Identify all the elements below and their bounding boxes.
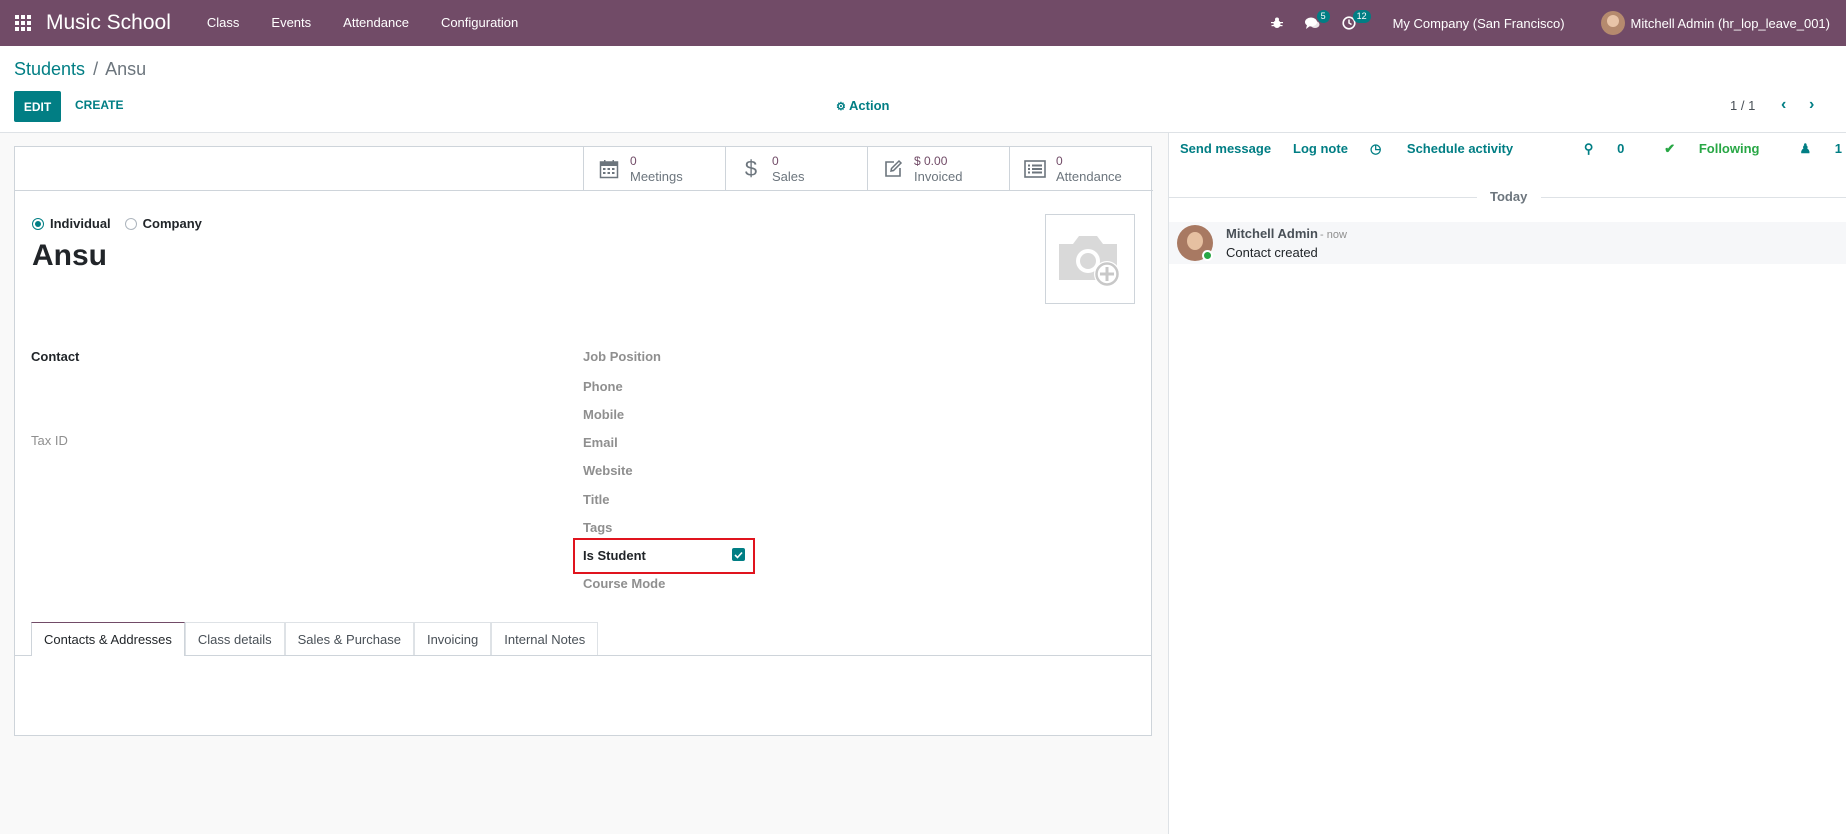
systray: 5 12 My Company (San Francisco) Mitchell…	[1259, 0, 1846, 46]
main-menu: Class Events Attendance Configuration	[191, 0, 534, 46]
message-author[interactable]: Mitchell Admin	[1226, 226, 1318, 241]
user-icon: ♟	[1799, 141, 1812, 156]
separator-line-left	[1169, 197, 1477, 198]
breadcrumb: Students / Ansu	[14, 59, 146, 80]
individual-radio[interactable]	[32, 217, 44, 230]
breadcrumb-separator: /	[93, 59, 99, 79]
menu-configuration[interactable]: Configuration	[425, 0, 534, 46]
message-time: - now	[1320, 229, 1347, 241]
company-label[interactable]: Company	[143, 216, 202, 231]
invoiced-amount: $ 0.00	[914, 153, 948, 168]
camera-plus-icon	[1059, 236, 1120, 287]
meetings-count: 0	[630, 153, 637, 168]
activities-clock-icon[interactable]: 12	[1335, 0, 1371, 46]
send-message-button[interactable]: Send message	[1180, 141, 1271, 157]
check-icon	[734, 551, 743, 559]
create-button[interactable]: CREATE	[75, 98, 123, 112]
invoiced-stat-button[interactable]: $ 0.00 Invoiced	[867, 147, 1009, 190]
action-dropdown[interactable]: ⚙ Action	[836, 98, 889, 113]
chatter-message: Mitchell Admin - now Contact created	[1169, 222, 1846, 264]
website-label: Website	[583, 463, 633, 478]
schedule-activity-button[interactable]: ◷ Schedule activity	[1370, 141, 1535, 157]
attendance-stat-button[interactable]: 0 Attendance	[1009, 147, 1151, 190]
apps-menu-icon[interactable]	[0, 0, 46, 46]
sales-stat-text: 0 Sales	[772, 154, 805, 184]
menu-class[interactable]: Class	[191, 0, 256, 46]
activities-badge: 12	[1352, 10, 1371, 23]
meetings-stat-button[interactable]: 0 Meetings	[583, 147, 725, 190]
individual-label[interactable]: Individual	[50, 216, 111, 231]
gear-icon: ⚙	[836, 101, 846, 113]
menu-events[interactable]: Events	[255, 0, 327, 46]
log-note-button[interactable]: Log note	[1293, 141, 1348, 157]
calendar-icon	[598, 158, 620, 180]
title-label: Title	[583, 492, 610, 507]
app-brand[interactable]: Music School	[46, 11, 171, 35]
date-separator-label: Today	[1490, 189, 1528, 204]
user-menu[interactable]: Mitchell Admin (hr_lop_leave_001)	[1600, 11, 1830, 35]
followers-button[interactable]: ♟ 1	[1779, 141, 1842, 157]
separator-line-right	[1541, 197, 1846, 198]
sales-count: 0	[772, 153, 779, 168]
control-panel: Students / Ansu EDIT CREATE ⚙ Action 1 /…	[0, 46, 1846, 133]
attendance-label: Attendance	[1056, 168, 1122, 184]
attendance-count: 0	[1056, 153, 1063, 168]
edit-button[interactable]: EDIT	[14, 91, 61, 122]
course-mode-label: Course Mode	[583, 576, 666, 591]
phone-label: Phone	[583, 379, 623, 394]
tags-label: Tags	[583, 520, 613, 535]
company-radio[interactable]	[124, 217, 137, 230]
attendance-stat-text: 0 Attendance	[1056, 154, 1122, 184]
user-avatar	[1600, 11, 1625, 35]
list-alt-icon	[1024, 158, 1046, 180]
dollar-icon: $	[744, 155, 758, 181]
pager-next-icon[interactable]: ›	[1809, 96, 1814, 114]
breadcrumb-current: Ansu	[105, 59, 147, 79]
online-status-icon	[1202, 250, 1213, 261]
image-upload[interactable]	[1045, 214, 1135, 304]
pager-value[interactable]: 1 / 1	[1730, 98, 1755, 113]
invoiced-stat-text: $ 0.00 Invoiced	[914, 154, 962, 184]
stat-button-box: 0 Meetings $ 0 Sales $ 0.00 Invoiced 0 A…	[583, 147, 1151, 191]
tax-id-label: Tax ID	[31, 433, 68, 448]
is-student-checkbox[interactable]	[732, 548, 745, 561]
meetings-stat-text: 0 Meetings	[630, 154, 683, 184]
bug-icon[interactable]	[1263, 0, 1291, 46]
menu-attendance[interactable]: Attendance	[327, 0, 425, 46]
breadcrumb-students[interactable]: Students	[14, 59, 85, 79]
contact-label: Contact	[31, 349, 80, 364]
message-body: Contact created	[1226, 245, 1318, 260]
job-position-field[interactable]: Job Position	[583, 349, 661, 364]
sales-label: Sales	[772, 168, 805, 184]
date-separator: Today	[1169, 189, 1846, 205]
invoiced-label: Invoiced	[914, 168, 963, 184]
sales-stat-button[interactable]: $ 0 Sales	[725, 147, 867, 190]
is-student-label: Is Student	[583, 548, 646, 563]
following-label: Following	[1698, 141, 1760, 156]
email-label: Email	[583, 435, 618, 450]
chatter-panel: Send message Log note ◷ Schedule activit…	[1168, 133, 1846, 834]
chatter-actions: ⚲ 0 ✔ Following ♟ 1	[1544, 141, 1842, 157]
attachments-count: 0	[1617, 141, 1625, 156]
following-button[interactable]: ✔ Following	[1644, 141, 1759, 157]
chatter-topbar: Send message Log note ◷ Schedule activit…	[1180, 141, 1557, 157]
top-navbar: Music School Class Events Attendance Con…	[0, 0, 1846, 46]
user-name: Mitchell Admin (hr_lop_leave_001)	[1630, 15, 1830, 31]
pencil-square-icon	[882, 158, 904, 180]
company-switcher[interactable]: My Company (San Francisco)	[1393, 16, 1565, 31]
pager-previous-icon[interactable]: ‹	[1781, 96, 1786, 114]
paperclip-icon: ⚲	[1583, 141, 1594, 156]
followers-count: 1	[1834, 141, 1842, 156]
schedule-activity-label: Schedule activity	[1406, 141, 1514, 156]
action-label: Action	[849, 98, 890, 113]
mobile-label: Mobile	[583, 407, 625, 422]
meetings-label: Meetings	[630, 168, 683, 184]
messages-icon[interactable]: 5	[1299, 0, 1330, 46]
partner-name[interactable]: Ansu	[32, 239, 107, 273]
attachments-button[interactable]: ⚲ 0	[1564, 141, 1624, 157]
clock-icon: ◷	[1369, 141, 1382, 156]
check-icon: ✔	[1664, 141, 1676, 156]
company-type-radio: Individual Company	[32, 216, 202, 231]
messages-badge: 5	[1316, 10, 1330, 23]
